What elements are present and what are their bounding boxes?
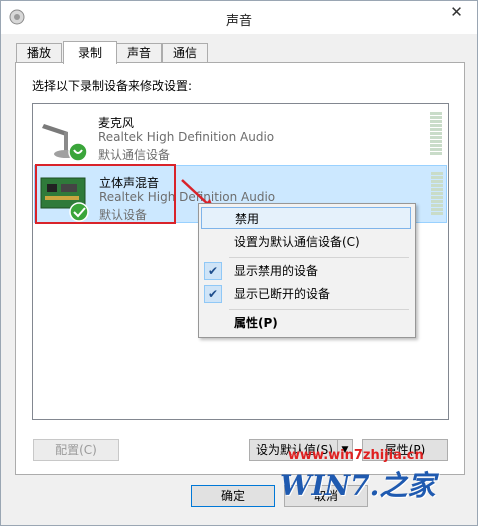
- menu-item-set-default-comm[interactable]: 设置为默认通信设备(C): [201, 231, 411, 253]
- level-meter: [430, 112, 442, 158]
- level-meter: [431, 172, 443, 218]
- context-menu: 禁用 设置为默认通信设备(C) ✔ 显示禁用的设备 ✔ 显示已断开的设备 属性(…: [198, 203, 416, 338]
- menu-item-show-disabled[interactable]: ✔ 显示禁用的设备: [201, 260, 411, 282]
- checkmark-icon: ✔: [204, 285, 222, 303]
- device-item-microphone[interactable]: 麦克风 Realtek High Definition Audio 默认通信设备: [34, 106, 447, 164]
- menu-item-show-disconnected[interactable]: ✔ 显示已断开的设备: [201, 283, 411, 305]
- window-title: 声音: [225, 14, 252, 29]
- watermark-url: www.win7zhijia.cn: [288, 448, 424, 463]
- tab-sounds[interactable]: 声音: [116, 43, 162, 63]
- configure-button[interactable]: 配置(C): [33, 439, 119, 461]
- watermark: www.win7zhijia.cn WIN7.之家: [280, 448, 476, 508]
- microphone-icon: [42, 124, 88, 162]
- panel-instruction: 选择以下录制设备来修改设置:: [32, 79, 193, 93]
- tab-communications[interactable]: 通信: [162, 43, 208, 63]
- ok-button[interactable]: 确定: [191, 485, 275, 507]
- menu-separator: [229, 309, 409, 310]
- device-driver: Realtek High Definition Audio: [98, 130, 275, 144]
- watermark-logo: WIN7.之家: [280, 469, 436, 502]
- menu-item-disable[interactable]: 禁用: [201, 207, 411, 229]
- title-bar: 声音 ✕: [1, 1, 477, 34]
- close-button[interactable]: ✕: [439, 1, 474, 23]
- menu-item-properties[interactable]: 属性(P): [201, 312, 411, 334]
- close-icon: ✕: [450, 3, 463, 21]
- annotation-box-device: [35, 164, 176, 224]
- checkmark-icon: ✔: [204, 262, 222, 280]
- tab-recording[interactable]: 录制: [63, 41, 117, 64]
- menu-separator: [229, 257, 409, 258]
- device-status: 默认通信设备: [98, 148, 171, 162]
- device-name: 麦克风: [98, 116, 135, 130]
- tab-playback[interactable]: 播放: [16, 43, 62, 63]
